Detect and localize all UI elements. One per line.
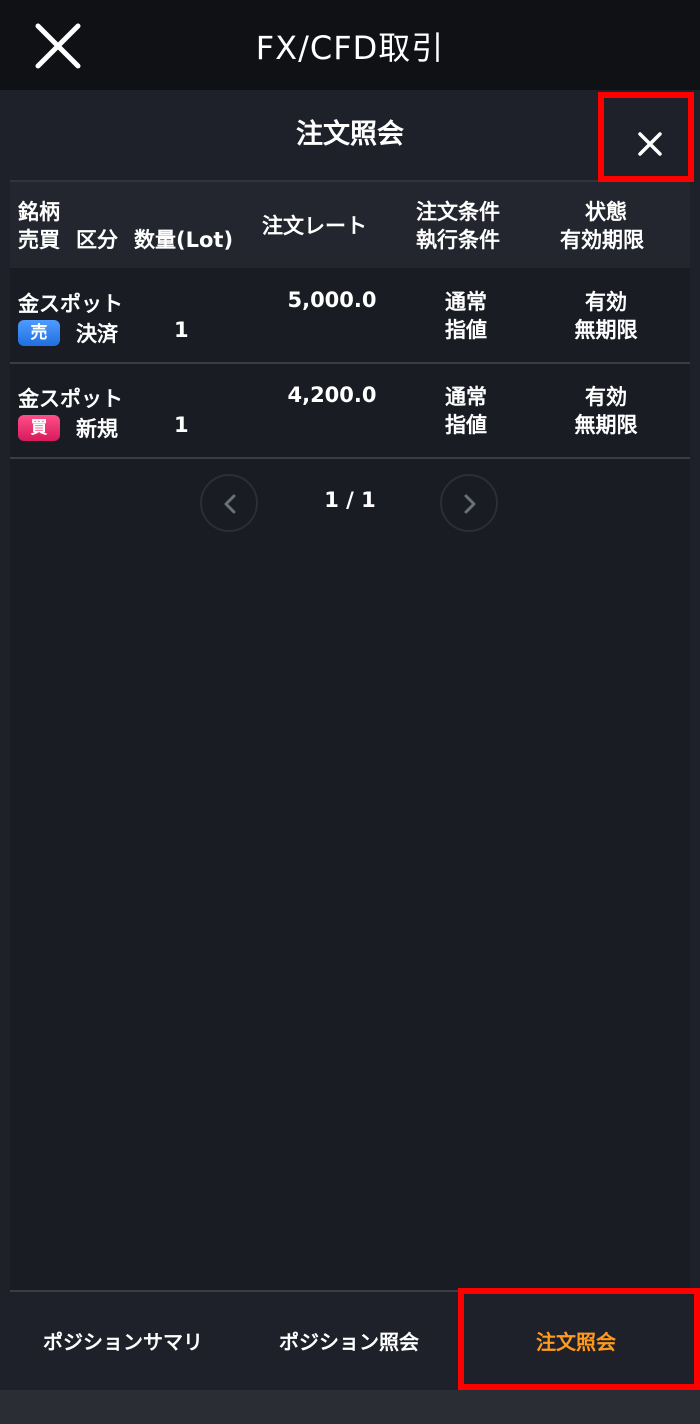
bottom-strip [0,1390,700,1424]
tab-order-inquiry[interactable]: 注文照会 [462,1292,690,1390]
row-kubun: 新規 [76,417,118,441]
table-row[interactable]: 金スポット 売 決済 1 5,000.0 通常 指値 有効 無期限 [10,268,690,364]
app-title: FX/CFD取引 [255,29,445,67]
tab-position-inquiry[interactable]: ポジション照会 [236,1292,462,1390]
chevron-right-icon [464,494,476,514]
row-symbol: 金スポット [18,292,123,316]
header-side: 売買 [18,228,60,252]
page-indicator: 1 / 1 [324,488,376,512]
order-inquiry-panel: 注文照会 銘柄 売買 区分 数量(Lot) 注文レート 注文条件 執行条件 状態… [10,90,694,1390]
sell-badge: 売 [18,320,60,346]
row-rate: 4,200.0 [287,383,377,407]
header-kubun: 区分 [76,228,118,252]
next-page-button[interactable] [440,474,498,532]
table-header: 銘柄 売買 区分 数量(Lot) 注文レート 注文条件 執行条件 状態 有効期限 [10,182,690,268]
row-symbol: 金スポット [18,387,123,411]
row-expiry: 無期限 [574,318,638,342]
row-conditions: 通常 指値 [430,288,502,344]
header-rate: 注文レート [262,214,367,238]
row-rate: 5,000.0 [287,288,377,312]
table-row[interactable]: 金スポット 買 新規 1 4,200.0 通常 指値 有効 無期限 [10,363,690,459]
row-state: 有効 [585,385,627,409]
header-exec-cond: 執行条件 [416,228,500,252]
row-order-cond: 通常 [445,290,487,314]
close-icon [638,132,662,156]
panel-title: 注文照会 [296,119,404,150]
buy-badge: 買 [18,415,60,441]
bottom-tab-bar: ポジションサマリ ポジション照会 注文照会 [10,1290,690,1390]
tab-position-summary[interactable]: ポジションサマリ [10,1292,236,1390]
row-qty: 1 [174,413,189,437]
panel-header: 注文照会 [10,90,690,182]
row-expiry: 無期限 [574,413,638,437]
row-qty: 1 [174,318,189,342]
app-header: FX/CFD取引 [0,0,700,90]
header-state: 状態 [585,200,627,224]
row-status: 有効 無期限 [562,383,650,439]
panel-close-button[interactable] [598,92,694,182]
row-status: 有効 無期限 [562,288,650,344]
header-qty: 数量(Lot) [134,228,234,252]
chevron-left-icon [224,494,236,514]
header-order-cond: 注文条件 [416,200,500,224]
row-state: 有効 [585,290,627,314]
row-exec-cond: 指値 [445,413,487,437]
header-symbol: 銘柄 [18,200,60,224]
row-kubun: 決済 [76,322,118,346]
prev-page-button[interactable] [200,474,258,532]
row-conditions: 通常 指値 [430,383,502,439]
row-order-cond: 通常 [445,385,487,409]
header-expiry: 有効期限 [560,228,644,252]
row-exec-cond: 指値 [445,318,487,342]
